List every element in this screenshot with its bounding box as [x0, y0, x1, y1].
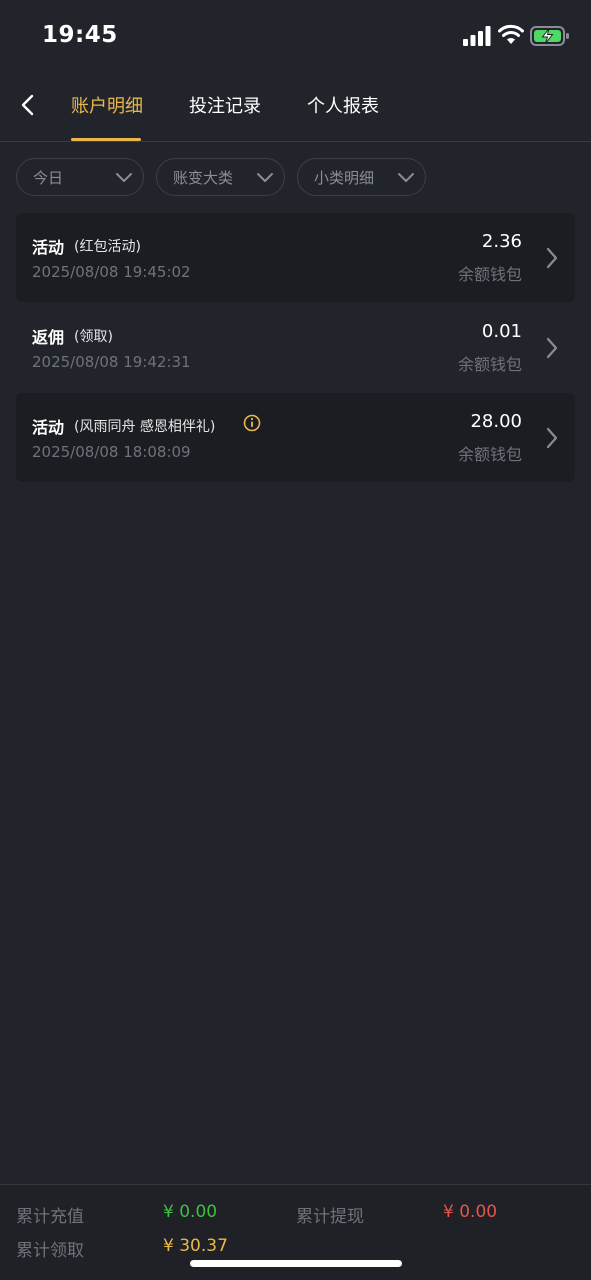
record-type: 活动 [32, 418, 65, 437]
chevron-right-icon [546, 247, 558, 269]
chevron-down-icon [398, 173, 414, 182]
status-bar: 19:45 [0, 0, 591, 72]
wifi-icon [498, 24, 524, 44]
signal-icon [463, 26, 491, 46]
total-claim-value: ¥ 30.37 [163, 1236, 228, 1256]
record-wallet: 余额钱包 [457, 355, 522, 374]
info-icon[interactable] [243, 414, 261, 432]
record-item[interactable]: 活动 (红包活动) 2025/08/08 19:45:02 2.36 余额钱包 [16, 213, 575, 302]
record-wallet: 余额钱包 [457, 265, 522, 284]
status-time: 19:45 [42, 22, 118, 48]
record-detail: (红包活动) [74, 239, 141, 255]
record-type: 返佣 [32, 328, 65, 347]
filter-sub-category-label: 小类明细 [314, 169, 375, 187]
record-detail: (风雨同舟 感恩相伴礼) [74, 419, 216, 435]
filter-main-category-label: 账变大类 [173, 169, 234, 187]
total-claim-label: 累计领取 [16, 1241, 84, 1261]
record-item[interactable]: 返佣 (领取) 2025/08/08 19:42:31 0.01 余额钱包 [16, 303, 575, 392]
filter-sub-category[interactable]: 小类明细 [297, 158, 426, 196]
account-details-page: 19:45 账户明细 投注记录 个人报表 今日 账变大类 小类明细 活动 (红包… [0, 0, 591, 1280]
record-amount: 0.01 [481, 321, 522, 342]
record-time: 2025/08/08 19:45:02 [32, 263, 191, 281]
total-recharge-label: 累计充值 [16, 1207, 84, 1227]
record-type: 活动 [32, 238, 65, 257]
back-button[interactable] [10, 88, 44, 122]
chevron-down-icon [116, 173, 132, 182]
chevron-right-icon [546, 427, 558, 449]
total-withdraw-label: 累计提现 [296, 1207, 364, 1227]
home-indicator [190, 1260, 402, 1267]
filter-date-label: 今日 [33, 169, 64, 187]
record-detail: (领取) [74, 329, 113, 345]
filter-main-category[interactable]: 账变大类 [156, 158, 285, 196]
tab-account-details[interactable]: 账户明细 [71, 92, 143, 118]
tab-bet-records[interactable]: 投注记录 [189, 92, 261, 118]
record-time: 2025/08/08 19:42:31 [32, 353, 191, 371]
record-amount: 2.36 [481, 231, 522, 252]
record-amount: 28.00 [470, 411, 522, 432]
total-withdraw-value: ¥ 0.00 [443, 1202, 498, 1222]
active-tab-indicator [71, 138, 141, 141]
chevron-down-icon [257, 173, 273, 182]
filter-date[interactable]: 今日 [16, 158, 144, 196]
record-item[interactable]: 活动 (风雨同舟 感恩相伴礼) 2025/08/08 18:08:09 28.0… [16, 393, 575, 482]
record-time: 2025/08/08 18:08:09 [32, 443, 191, 461]
chevron-right-icon [546, 337, 558, 359]
total-recharge-value: ¥ 0.00 [163, 1202, 218, 1222]
battery-charging-icon [530, 26, 569, 46]
tab-personal-report[interactable]: 个人报表 [307, 92, 379, 118]
back-chevron-icon [21, 94, 34, 116]
record-wallet: 余额钱包 [457, 445, 522, 464]
top-nav: 账户明细 投注记录 个人报表 [0, 72, 591, 142]
